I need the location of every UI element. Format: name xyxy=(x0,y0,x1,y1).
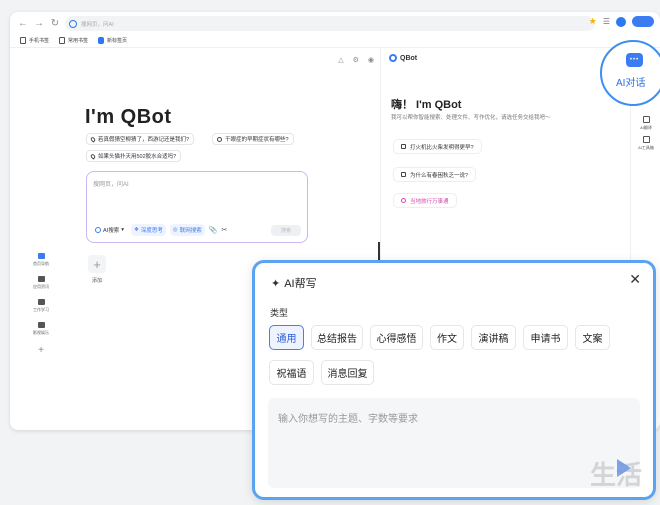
plus-icon: + xyxy=(88,255,106,273)
translate-icon xyxy=(642,116,650,123)
tag-speech[interactable]: 演讲稿 xyxy=(471,325,516,350)
tools-icon[interactable]: ✂ xyxy=(221,226,227,234)
grid-icon xyxy=(37,253,45,259)
browser-toolbar: ← → ↻ 搜网页，问AI ★ ☰ xyxy=(10,12,660,34)
bookmark-newtab[interactable]: 新标签页 xyxy=(98,36,127,44)
suggestion-chip[interactable]: 干眼症的早期症状有哪些? xyxy=(212,133,294,145)
bookmark-icon xyxy=(20,36,26,44)
deep-think-button[interactable]: ❖ 深度思考 xyxy=(130,224,166,236)
eye-icon[interactable]: ◉ xyxy=(368,56,374,64)
qbot-icon xyxy=(95,227,101,233)
qbot-suggestion[interactable]: 为什么有春困秋乏一说? xyxy=(393,167,477,182)
menu-icon[interactable]: ☰ xyxy=(603,17,610,26)
qq-browser-icon xyxy=(69,19,77,28)
chevron-down-icon: ▾ xyxy=(121,227,124,233)
tag-reflection[interactable]: 心得感悟 xyxy=(370,325,423,350)
side-nav-work[interactable]: 工作学习 xyxy=(33,299,49,313)
folder-icon xyxy=(37,299,45,305)
bulb-icon xyxy=(401,144,406,149)
web-search-button[interactable]: ◎ 联网搜索 xyxy=(169,224,205,236)
qbot-header: QBot xyxy=(400,54,418,62)
qbot-subtitle: 我可以帮你智能搜索、处理文件、写作优化，请选任务交给我吧～ xyxy=(391,115,551,121)
qbot-suggestion[interactable]: 当地旅行万事通 xyxy=(393,193,457,208)
search-icon xyxy=(401,198,406,203)
tag-copywriting[interactable]: 文案 xyxy=(575,325,610,350)
add-nav-icon[interactable]: + xyxy=(38,345,44,356)
refresh-icon[interactable]: ↻ xyxy=(48,16,62,30)
tag-message-reply[interactable]: 消息回复 xyxy=(321,360,374,385)
ai-chat-button[interactable]: ••• AI对话 xyxy=(600,40,660,106)
book-icon xyxy=(401,172,406,177)
back-icon[interactable]: ← xyxy=(16,16,30,30)
address-placeholder: 搜网页，问AI xyxy=(81,21,114,28)
profile-icon[interactable] xyxy=(616,16,626,27)
tag-general[interactable]: 通用 xyxy=(269,325,304,350)
magic-wand-icon: ✦ xyxy=(271,277,281,290)
search-submit-button[interactable]: 搜索 xyxy=(271,225,301,236)
bookmark-icon xyxy=(59,36,66,44)
close-icon[interactable]: ✕ xyxy=(629,271,641,288)
watermark: 生活 xyxy=(590,460,643,490)
page-title: I'm QBot xyxy=(85,106,172,128)
globe-icon: ◎ xyxy=(172,227,178,233)
chat-icon: ••• xyxy=(626,53,643,67)
qbot-greeting: 嗨！ I'm QBot xyxy=(391,99,462,111)
rail-ai-translate[interactable]: AI翻译 xyxy=(631,116,660,131)
rail-ai-toolbox[interactable]: AI工具箱 xyxy=(631,136,660,151)
toolbox-icon xyxy=(642,136,650,143)
shirt-icon[interactable]: △ xyxy=(338,56,343,64)
ai-extension-icon[interactable] xyxy=(632,16,654,27)
ai-search-box[interactable]: 搜网页，问AI AI搜索 ▾ ❖ 深度思考 ◎ 联网搜索 📎 ✂ 搜索 xyxy=(86,171,308,243)
side-nav-media[interactable]: 影视娱乐 xyxy=(33,322,49,336)
side-nav-home[interactable]: 首页导航 xyxy=(33,253,49,267)
add-shortcut[interactable]: + 添加 xyxy=(88,255,106,284)
bookmark-common[interactable]: 常用书签 xyxy=(59,36,88,44)
dialog-title: AI帮写 xyxy=(284,278,317,290)
requirement-input[interactable]: 输入你想写的主题、字数等要求 xyxy=(268,398,640,488)
bookmark-mobile[interactable]: 手机书签 xyxy=(20,36,49,44)
pin-icon xyxy=(89,152,97,160)
suggestion-chip[interactable]: 如果头猫扑天用502胶水合适吗? xyxy=(86,150,182,162)
side-nav: 首页导航 应用资讯 工作学习 影视娱乐 + xyxy=(30,253,52,356)
bookmark-star-icon[interactable]: ★ xyxy=(589,16,597,27)
settings-icon[interactable]: ⚙ xyxy=(353,56,359,64)
tag-application[interactable]: 申请书 xyxy=(523,325,568,350)
requirement-placeholder: 输入你想写的主题、字数等要求 xyxy=(278,414,418,425)
side-nav-apps[interactable]: 应用资讯 xyxy=(33,276,49,290)
folder-icon xyxy=(37,276,45,282)
ai-chat-label: AI对话 xyxy=(616,78,646,89)
forward-icon[interactable]: → xyxy=(32,16,46,30)
qbot-logo-icon xyxy=(389,54,397,62)
tag-summary-report[interactable]: 总结报告 xyxy=(311,325,363,350)
newtab-icon xyxy=(98,36,105,44)
tag-blessing[interactable]: 祝福语 xyxy=(269,360,314,385)
search-icon xyxy=(217,136,222,142)
bookmarks-bar: 手机书签 常用书签 新标签页 xyxy=(10,34,660,46)
address-bar[interactable]: 搜网页，问AI xyxy=(65,16,595,31)
suggestion-chip[interactable]: 若真假猜空柳猜了，西游记还是我们? xyxy=(86,133,195,145)
tag-essay[interactable]: 作文 xyxy=(430,325,464,350)
folder-icon xyxy=(37,322,45,328)
qbot-suggestion[interactable]: 打火机比火柴发明得更早? xyxy=(393,139,482,154)
deep-think-icon: ❖ xyxy=(133,227,139,233)
pin-icon xyxy=(89,135,97,143)
ai-search-toggle[interactable]: AI搜索 ▾ xyxy=(92,224,127,236)
search-input[interactable]: 搜网页，问AI xyxy=(93,179,129,188)
attachment-icon[interactable]: 📎 xyxy=(209,226,218,234)
type-label: 类型 xyxy=(270,308,289,318)
